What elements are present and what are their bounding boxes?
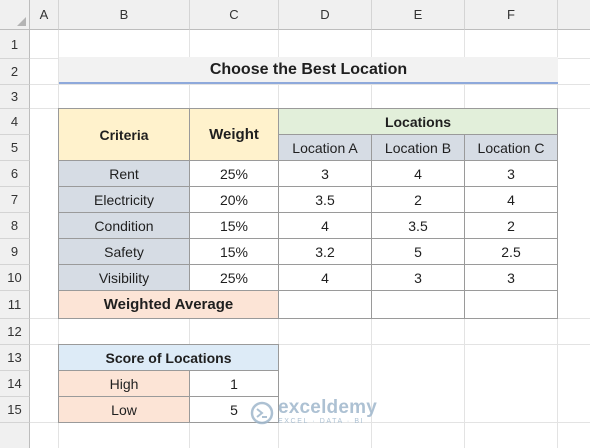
value-cell[interactable]: 3 xyxy=(372,265,465,291)
column-header-f[interactable]: F xyxy=(465,0,558,30)
criteria-cell-rent[interactable]: Rent xyxy=(59,161,190,187)
weight-cell-electricity[interactable]: 20% xyxy=(190,187,279,213)
score-label-low[interactable]: Low xyxy=(59,397,190,423)
weight-cell-rent[interactable]: 25% xyxy=(190,161,279,187)
row-header-11[interactable]: 11 xyxy=(0,291,30,319)
row-header-5[interactable]: 5 xyxy=(0,135,30,161)
criteria-cell-safety[interactable]: Safety xyxy=(59,239,190,265)
weighted-average-cell-b[interactable] xyxy=(372,291,465,319)
row-header-6[interactable]: 6 xyxy=(0,161,30,187)
watermark-name: exceldemy xyxy=(278,397,377,418)
select-all-corner[interactable] xyxy=(0,0,30,30)
score-label-high[interactable]: High xyxy=(59,371,190,397)
exceldemy-watermark: exceldemy EXCEL · DATA · BI xyxy=(250,397,377,426)
row-header-4[interactable]: 4 xyxy=(0,109,30,135)
location-c-header-cell[interactable]: Location C xyxy=(465,135,558,161)
value-cell[interactable]: 2 xyxy=(372,187,465,213)
value-cell[interactable]: 4 xyxy=(279,265,372,291)
weighted-average-label-cell[interactable]: Weighted Average xyxy=(59,291,279,319)
value-cell[interactable]: 3 xyxy=(279,161,372,187)
row-header-10[interactable]: 10 xyxy=(0,265,30,291)
column-header-e[interactable]: E xyxy=(372,0,465,30)
row-header-9[interactable]: 9 xyxy=(0,239,30,265)
criteria-cell-electricity[interactable]: Electricity xyxy=(59,187,190,213)
row-header-15[interactable]: 15 xyxy=(0,397,30,423)
location-a-header-cell[interactable]: Location A xyxy=(279,135,372,161)
row-header-12[interactable]: 12 xyxy=(0,319,30,345)
weight-header-cell[interactable]: Weight xyxy=(190,109,279,161)
score-table: Score of Locations High 1 Low 5 xyxy=(58,344,279,423)
column-header-c[interactable]: C xyxy=(190,0,279,30)
criteria-table: Criteria Weight Locations Location A Loc… xyxy=(58,108,558,319)
locations-header-cell[interactable]: Locations xyxy=(279,109,558,135)
value-cell[interactable]: 3.5 xyxy=(372,213,465,239)
value-cell[interactable]: 3 xyxy=(465,161,558,187)
weight-cell-safety[interactable]: 15% xyxy=(190,239,279,265)
gridline xyxy=(30,84,590,85)
row-header-3[interactable]: 3 xyxy=(0,85,30,109)
row-header-7[interactable]: 7 xyxy=(0,187,30,213)
value-cell[interactable]: 4 xyxy=(279,213,372,239)
watermark-tagline: EXCEL · DATA · BI xyxy=(278,418,365,425)
weight-cell-condition[interactable]: 15% xyxy=(190,213,279,239)
row-header-13[interactable]: 13 xyxy=(0,345,30,371)
value-cell[interactable]: 2.5 xyxy=(465,239,558,265)
value-cell[interactable]: 3.5 xyxy=(279,187,372,213)
column-header-a[interactable]: A xyxy=(30,0,59,30)
page-title[interactable]: Choose the Best Location xyxy=(59,57,558,84)
score-header-cell[interactable]: Score of Locations xyxy=(59,345,279,371)
row-header-16-partial[interactable] xyxy=(0,423,30,448)
location-b-header-cell[interactable]: Location B xyxy=(372,135,465,161)
column-header-b[interactable]: B xyxy=(59,0,190,30)
value-cell[interactable]: 4 xyxy=(465,187,558,213)
column-header-d[interactable]: D xyxy=(279,0,372,30)
value-cell[interactable]: 2 xyxy=(465,213,558,239)
row-header-2[interactable]: 2 xyxy=(0,59,30,85)
weight-cell-visibility[interactable]: 25% xyxy=(190,265,279,291)
criteria-header-cell[interactable]: Criteria xyxy=(59,109,190,161)
weighted-average-cell-a[interactable] xyxy=(279,291,372,319)
value-cell[interactable]: 3 xyxy=(465,265,558,291)
value-cell[interactable]: 3.2 xyxy=(279,239,372,265)
value-cell[interactable]: 5 xyxy=(372,239,465,265)
row-header-14[interactable]: 14 xyxy=(0,371,30,397)
weighted-average-cell-c[interactable] xyxy=(465,291,558,319)
criteria-cell-visibility[interactable]: Visibility xyxy=(59,265,190,291)
exceldemy-logo-icon xyxy=(250,401,274,424)
row-header-8[interactable]: 8 xyxy=(0,213,30,239)
row-header-1[interactable]: 1 xyxy=(0,30,30,59)
value-cell[interactable]: 4 xyxy=(372,161,465,187)
column-header-g-partial[interactable] xyxy=(558,0,590,30)
criteria-cell-condition[interactable]: Condition xyxy=(59,213,190,239)
score-value-high[interactable]: 1 xyxy=(190,371,279,397)
